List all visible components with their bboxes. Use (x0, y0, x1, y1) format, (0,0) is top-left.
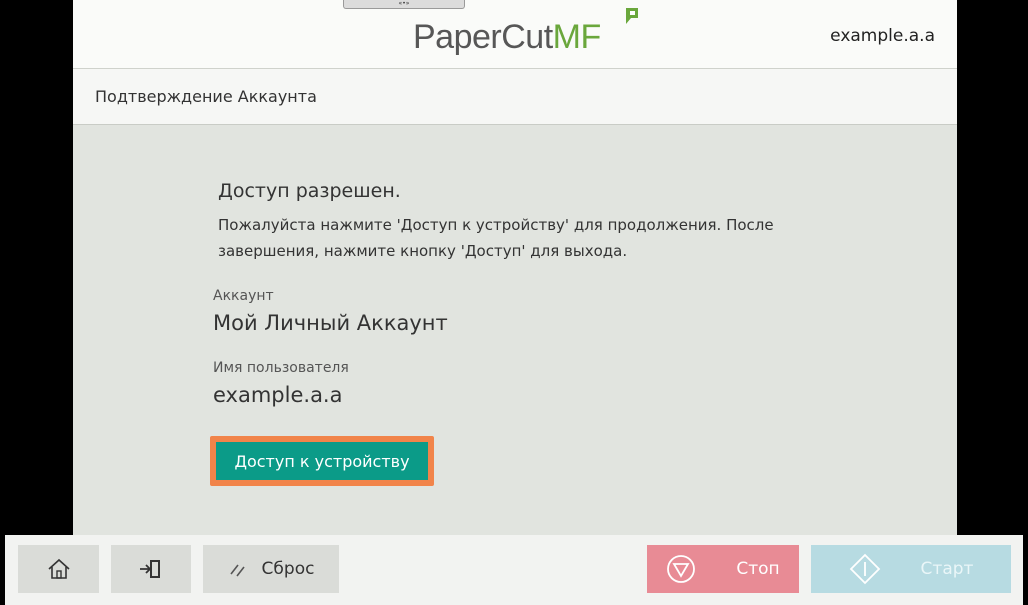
stop-icon (667, 555, 696, 583)
access-device-button-label: Доступ к устройству (216, 442, 428, 480)
leaf-icon (626, 8, 638, 24)
account-label: Аккаунт (213, 288, 274, 304)
account-value: Мой Личный Аккаунт (213, 311, 448, 335)
reset-slash-icon (229, 564, 245, 577)
bottom-bar: Сброс Стоп Старт (5, 535, 1023, 605)
user-id: example.a.a (830, 26, 935, 46)
start-label: Старт (920, 559, 974, 579)
username-label: Имя пользователя (213, 360, 349, 376)
papercut-logo: PaperCutMF (413, 18, 601, 57)
username-value: example.a.a (213, 383, 343, 407)
instruction-text: Пожалуйста нажмите 'Доступ к устройству'… (218, 216, 774, 260)
reset-label: Сброс (261, 559, 315, 579)
logout-icon (140, 560, 160, 578)
drag-handle[interactable]: «•» (343, 0, 465, 9)
status-title: Доступ разрешен. (218, 180, 401, 202)
home-button[interactable] (18, 545, 99, 593)
page-title: Подтверждение Аккаунта (95, 87, 317, 106)
start-button[interactable]: Старт (811, 545, 1011, 593)
stop-button[interactable]: Стоп (647, 545, 799, 593)
reset-button[interactable]: Сброс (203, 545, 339, 593)
logo-text-papercut: PaperCut (413, 18, 553, 56)
logout-button[interactable] (111, 545, 191, 593)
subheader: Подтверждение Аккаунта (73, 69, 957, 125)
screen-panel: PaperCutMF example.a.a Подтверждение Акк… (73, 0, 957, 535)
stop-label: Стоп (736, 559, 780, 579)
logo-text-mf: MF (552, 18, 602, 56)
header: PaperCutMF example.a.a (73, 0, 957, 69)
access-device-button[interactable]: Доступ к устройству (210, 436, 434, 486)
home-icon (47, 558, 70, 579)
start-diamond-icon (849, 553, 880, 585)
